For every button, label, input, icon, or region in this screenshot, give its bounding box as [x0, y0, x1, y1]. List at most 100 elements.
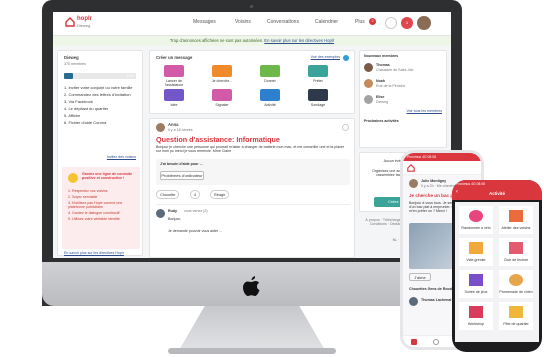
flea-market-icon [469, 242, 483, 254]
notice-link[interactable]: En savoir plus sur les directives Hoplr [264, 38, 334, 43]
activity-tile[interactable]: Promenade de chien [499, 270, 533, 298]
nav-neighbours[interactable]: Voisins [235, 19, 251, 25]
reply-avatar[interactable] [156, 209, 165, 218]
top-navigation: hoplr Dieweg Messages Voisins Conversati… [53, 12, 451, 36]
smiley-icon [68, 173, 78, 183]
workshop-icon [469, 306, 483, 318]
member-name[interactable]: Elise [376, 95, 384, 99]
activity-label: Randonnée à vélo [461, 226, 491, 230]
activities-grid: Randonnée à vélo Atelier des voisins Vid… [455, 202, 539, 342]
phone-second-author[interactable]: Thomas Lachenal [421, 298, 451, 302]
give-tile-icon[interactable] [260, 65, 280, 77]
help-icon[interactable] [343, 55, 349, 61]
activity-label: Promenade de chien [499, 290, 533, 294]
tile-label: Lancer de l'assistance [164, 79, 184, 87]
reply-author[interactable]: Rudy [168, 209, 177, 213]
notification-icon[interactable]: 1 [401, 17, 413, 29]
post-title: Question d'assistance: Informatique [156, 135, 280, 144]
task-item[interactable]: 1. Inviter votre conjoint ou votre famil… [64, 85, 140, 90]
examples-link[interactable]: Voir des exemples [311, 55, 340, 59]
task-item[interactable]: 4. Le dépliant du quartier [64, 106, 140, 111]
phone-post-author[interactable]: Julie Montigny [421, 179, 446, 183]
activity-tile-icon[interactable] [260, 89, 280, 101]
member-avatar[interactable] [364, 79, 373, 88]
post-author[interactable]: Anna [168, 122, 178, 127]
chevron-down-icon[interactable] [342, 124, 349, 131]
all-members-link[interactable]: Voir tous les membres [406, 109, 442, 113]
imac-stand [178, 306, 326, 352]
search-tile-icon[interactable] [212, 65, 232, 77]
hoplr-logo-icon[interactable] [65, 17, 75, 27]
reaction-count[interactable]: 4 [190, 190, 201, 199]
notice-text: Trop d'annonces affichées ne sont pas au… [169, 38, 264, 43]
user-avatar[interactable] [417, 16, 431, 30]
member-avatar[interactable] [409, 297, 418, 306]
home-tab-icon[interactable] [411, 339, 417, 345]
activities-header: ‹ Activité [452, 188, 542, 200]
task-item[interactable]: 6. Fichier d'aide Corona [64, 120, 140, 125]
scene: hoplr Dieweg Messages Voisins Conversati… [0, 0, 544, 357]
nav-messages[interactable]: Messages [193, 19, 216, 25]
invite-neighbours-link[interactable]: Invitez des voisins [107, 155, 136, 159]
member-avatar[interactable] [364, 63, 373, 72]
guideline-item: 4. Gardez le dialogue constructif [68, 211, 120, 215]
bike-icon [469, 210, 483, 222]
reaction-chouette[interactable]: Chouette [156, 190, 180, 199]
lend-tile-icon[interactable] [308, 65, 328, 77]
nav-more[interactable]: Plus [355, 19, 365, 25]
activity-tile[interactable]: Randonnée à vélo [459, 206, 493, 234]
reaction-count-label: 4 [194, 193, 197, 197]
search-icon[interactable] [385, 17, 397, 29]
activity-tile[interactable]: Soirée de jeux [459, 270, 493, 298]
guidelines-title: Gardez une ligne de conduite positive et… [82, 172, 133, 180]
task-item[interactable]: 2. Commandez des lettres d'invitation [64, 92, 140, 97]
task-item[interactable]: 3. Via Facebook [64, 99, 140, 104]
reply-greeting: Bonjour, [168, 217, 182, 221]
nav-calendar[interactable]: Calendrier [315, 19, 338, 25]
task-item[interactable]: 5. Affiche [64, 113, 140, 118]
guideline-item: 2. Soyez serviable [68, 195, 98, 199]
member-name[interactable]: Noah [376, 79, 385, 83]
divider [156, 204, 350, 205]
guideline-item: 1. Respectez vos voisins [68, 189, 108, 193]
activity-tile[interactable]: Vide-grenier [459, 238, 493, 266]
report-tile-icon[interactable] [212, 89, 232, 101]
hoplr-logo-icon[interactable] [407, 164, 415, 172]
post-author-avatar[interactable] [156, 123, 165, 132]
dog-icon [509, 274, 523, 286]
like-button[interactable]: J'aime [409, 273, 431, 281]
neighbours-tab-icon[interactable] [433, 339, 439, 345]
tile-label: Idée [170, 103, 178, 107]
composer-title: Créer un message [156, 55, 193, 60]
post-time: Il y a 18 heures [168, 128, 193, 132]
imac-stand-base [168, 348, 336, 354]
activities-title: Prochaines activités [364, 119, 399, 123]
activity-tile[interactable]: Fête de quartier [499, 302, 533, 330]
member-name[interactable]: Thomas [376, 63, 390, 67]
guideline-item: 5. Utilisez votre véritable identité [68, 217, 120, 221]
poll-tile-icon[interactable] [308, 89, 328, 101]
tile-label: Prêter [313, 79, 323, 83]
member-count: 375 membres [64, 62, 86, 66]
camera-icon [250, 5, 253, 8]
activity-tile[interactable]: Workshop [459, 302, 493, 330]
need-chip[interactable]: Problèmes d'ordinateur [160, 171, 204, 180]
activity-tile[interactable]: Atelier des voisins [499, 206, 533, 234]
activity-label: Fête de quartier [503, 322, 529, 326]
feed-post: Anna Il y a 18 heures Question d'assista… [149, 118, 355, 258]
assistance-tile-icon[interactable] [164, 65, 184, 77]
notice-banner: Trop d'annonces affichées ne sont pas au… [53, 36, 451, 46]
react-label: Réagir [214, 193, 226, 197]
member-avatar[interactable] [364, 95, 373, 104]
idea-tile-icon[interactable] [164, 89, 184, 101]
activity-tile[interactable]: Club de lecture [499, 238, 533, 266]
logo-text[interactable]: hoplr [77, 16, 92, 22]
guidelines-link[interactable]: En savoir plus sur les directives Hoplr [64, 251, 124, 255]
need-box: J'ai besoin d'aide pour ... Problèmes d'… [156, 159, 350, 185]
nav-conversations[interactable]: Conversations [267, 19, 299, 25]
post-author-avatar[interactable] [409, 179, 418, 188]
react-button[interactable]: Réagir [210, 190, 230, 199]
phone-post-meta: Il y a 2h · Me cherche [421, 184, 456, 188]
activity-label: Vide-grenier [466, 258, 486, 262]
member-street: Dieweg [376, 100, 388, 104]
